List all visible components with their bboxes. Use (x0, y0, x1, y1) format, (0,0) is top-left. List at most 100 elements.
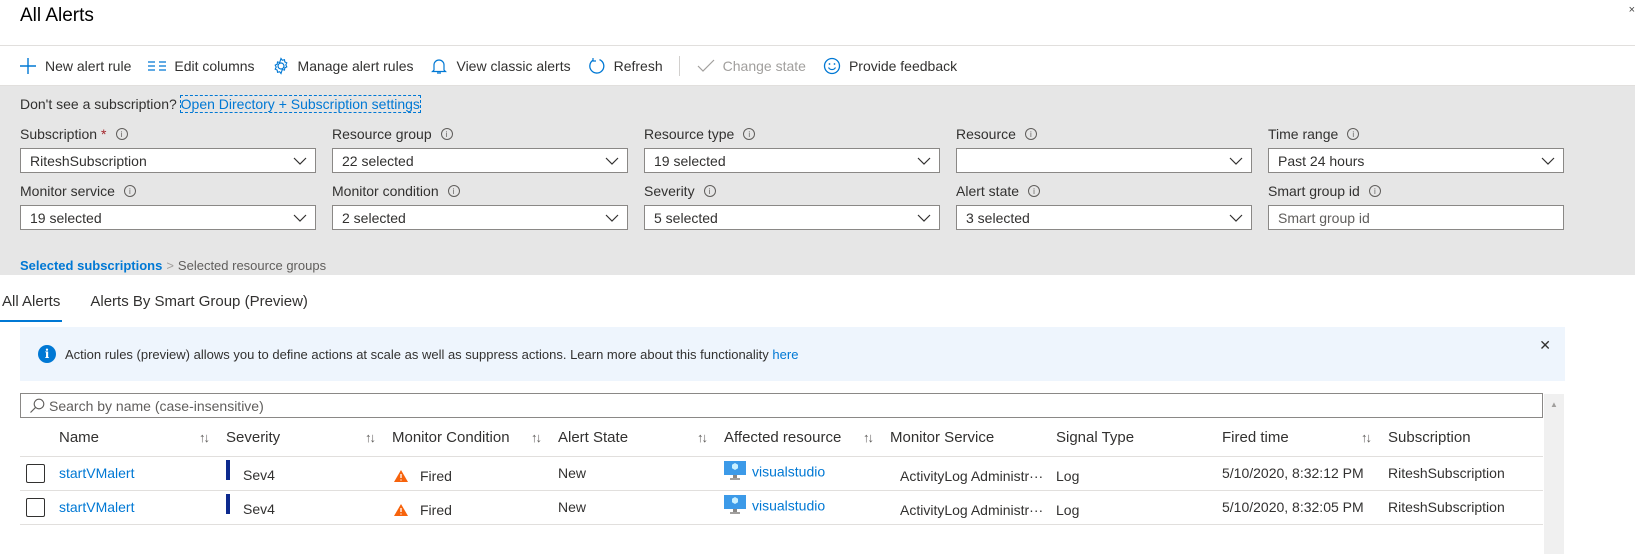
dropdown-value: 22 selected (342, 152, 414, 169)
affected-resource-link[interactable]: visualstudio (752, 464, 825, 480)
tab-alerts-by-smart-group[interactable]: Alerts By Smart Group (Preview) (88, 285, 310, 318)
new-alert-rule-button[interactable]: New alert rule (18, 56, 131, 76)
affected-resource-link[interactable]: visualstudio (752, 498, 825, 514)
column-header-signal-type: Signal Type (1056, 429, 1135, 447)
table-row[interactable]: startVMalert Sev4 Fired New visualstudio… (20, 489, 1543, 525)
view-classic-alerts-label: View classic alerts (456, 57, 571, 74)
subscription-value: RiteshSubscription (1388, 465, 1505, 481)
signal-type-value: Log (1056, 502, 1080, 518)
filter-label: Alert state (956, 183, 1020, 199)
info-icon[interactable]: i (1028, 185, 1041, 197)
breadcrumb-selected-resource-groups[interactable]: Selected resource groups (178, 258, 326, 273)
column-header-affected-resource[interactable]: Affected resource ↑↓ (724, 418, 890, 456)
chevron-down-icon (1229, 214, 1243, 222)
subscription-dropdown[interactable]: RiteshSubscription (20, 148, 316, 173)
filter-time-range: Time range i Past 24 hours (1268, 124, 1564, 181)
columns-icon (147, 56, 167, 76)
info-icon[interactable]: i (123, 185, 136, 197)
column-header-fired-time[interactable]: Fired time ↑↓ (1222, 418, 1388, 456)
chevron-down-icon (293, 214, 307, 222)
signal-type-value: Log (1056, 468, 1080, 484)
directory-settings-link[interactable]: Open Directory + Subscription settings (179, 95, 421, 113)
vertical-scrollbar[interactable]: ▲ (1544, 394, 1564, 554)
chevron-down-icon (605, 214, 619, 222)
monitor-condition-dropdown[interactable]: 2 selected (332, 205, 628, 230)
info-icon[interactable]: i (440, 128, 453, 140)
time-range-dropdown[interactable]: Past 24 hours (1268, 148, 1564, 173)
close-icon[interactable]: × (1629, 4, 1635, 16)
sort-icon[interactable]: ↑↓ (697, 430, 708, 445)
chevron-down-icon (1541, 157, 1555, 165)
new-alert-rule-label: New alert rule (45, 57, 132, 74)
column-header-name[interactable]: Name ↑↓ (59, 418, 226, 456)
filter-resource: Resource i (956, 124, 1252, 181)
monitor-condition-value: Fired (420, 502, 452, 518)
change-state-button[interactable]: Change state (696, 56, 806, 76)
severity-dropdown[interactable]: 5 selected (644, 205, 940, 230)
row-checkbox[interactable] (26, 497, 45, 517)
sort-icon[interactable]: ↑↓ (863, 430, 874, 445)
scroll-up-arrow-icon[interactable]: ▲ (1544, 400, 1564, 409)
resource-dropdown[interactable] (956, 148, 1252, 173)
monitor-service-dropdown[interactable]: 19 selected (20, 205, 316, 230)
sort-icon[interactable]: ↑↓ (365, 430, 376, 445)
sort-icon[interactable]: ↑↓ (531, 430, 542, 445)
alert-state-dropdown[interactable]: 3 selected (956, 205, 1252, 230)
info-icon[interactable]: i (1368, 185, 1381, 197)
dropdown-value: 19 selected (30, 209, 102, 226)
warning-icon (394, 470, 408, 483)
filter-severity: Severity i 5 selected (644, 181, 940, 238)
filter-monitor-service: Monitor service i 19 selected (20, 181, 316, 238)
dropdown-value: 5 selected (654, 209, 718, 226)
search-input[interactable] (49, 397, 1542, 414)
view-classic-alerts-button[interactable]: View classic alerts (429, 56, 571, 76)
info-icon[interactable]: i (703, 185, 716, 197)
alert-name-link[interactable]: startVMalert (59, 499, 134, 515)
chevron-down-icon (917, 157, 931, 165)
manage-alert-rules-button[interactable]: Manage alert rules (271, 56, 414, 76)
banner-message: Action rules (preview) allows you to def… (65, 346, 773, 362)
info-icon[interactable]: i (1347, 128, 1360, 140)
table-header-row: Name ↑↓ Severity ↑↓ Monitor Condition ↑↓ Al… (20, 418, 1543, 456)
alert-name-link[interactable]: startVMalert (59, 465, 134, 481)
filter-resource-type: Resource type i 19 selected (644, 124, 940, 181)
sort-icon[interactable]: ↑↓ (199, 430, 210, 445)
info-icon[interactable]: i (1024, 128, 1037, 140)
filter-label: Monitor condition (332, 183, 439, 199)
info-icon[interactable]: i (115, 128, 128, 140)
filter-label: Monitor service (20, 183, 115, 199)
column-header-monitor-condition[interactable]: Monitor Condition ↑↓ (392, 418, 558, 456)
row-checkbox[interactable] (26, 463, 45, 483)
provide-feedback-button[interactable]: Provide feedback (822, 56, 957, 76)
breadcrumb-selected-subscriptions[interactable]: Selected subscriptions (20, 258, 162, 273)
column-header-severity[interactable]: Severity ↑↓ (226, 418, 392, 456)
required-mark: * (101, 126, 107, 142)
edit-columns-button[interactable]: Edit columns (147, 56, 255, 76)
close-icon[interactable]: ✕ (1539, 337, 1551, 354)
manage-alert-rules-label: Manage alert rules (297, 57, 414, 74)
change-state-label: Change state (722, 57, 806, 74)
filter-resource-group: Resource group i 22 selected (332, 124, 628, 181)
sort-icon[interactable]: ↑↓ (1361, 430, 1372, 445)
column-header-monitor-service: Monitor Service (890, 429, 995, 447)
banner-here-link[interactable]: here (772, 347, 798, 362)
refresh-button[interactable]: Refresh (587, 56, 663, 76)
alerts-table: Name ↑↓ Severity ↑↓ Monitor Condition ↑↓ Al… (20, 418, 1543, 525)
filter-monitor-condition: Monitor condition i 2 selected (332, 181, 628, 238)
filter-alert-state: Alert state i 3 selected (956, 181, 1252, 238)
resource-type-dropdown[interactable]: 19 selected (644, 148, 940, 173)
resource-group-dropdown[interactable]: 22 selected (332, 148, 628, 173)
page-title: All Alerts (20, 5, 94, 26)
tab-all-alerts[interactable]: All Alerts (0, 285, 63, 322)
subscription-note: Don't see a subscription? Open Directory… (20, 95, 1635, 118)
column-header-alert-state[interactable]: Alert State ↑↓ (558, 418, 724, 456)
smart-group-id-input[interactable] (1268, 205, 1564, 230)
search-icon (30, 398, 45, 413)
table-row[interactable]: startVMalert Sev4 Fired New visualstudio… (20, 455, 1543, 490)
info-icon[interactable]: i (743, 128, 756, 140)
severity-indicator (226, 494, 230, 514)
severity-indicator (226, 460, 230, 480)
dropdown-value: Past 24 hours (1278, 152, 1365, 169)
chevron-down-icon (917, 214, 931, 222)
info-icon[interactable]: i (447, 185, 460, 197)
